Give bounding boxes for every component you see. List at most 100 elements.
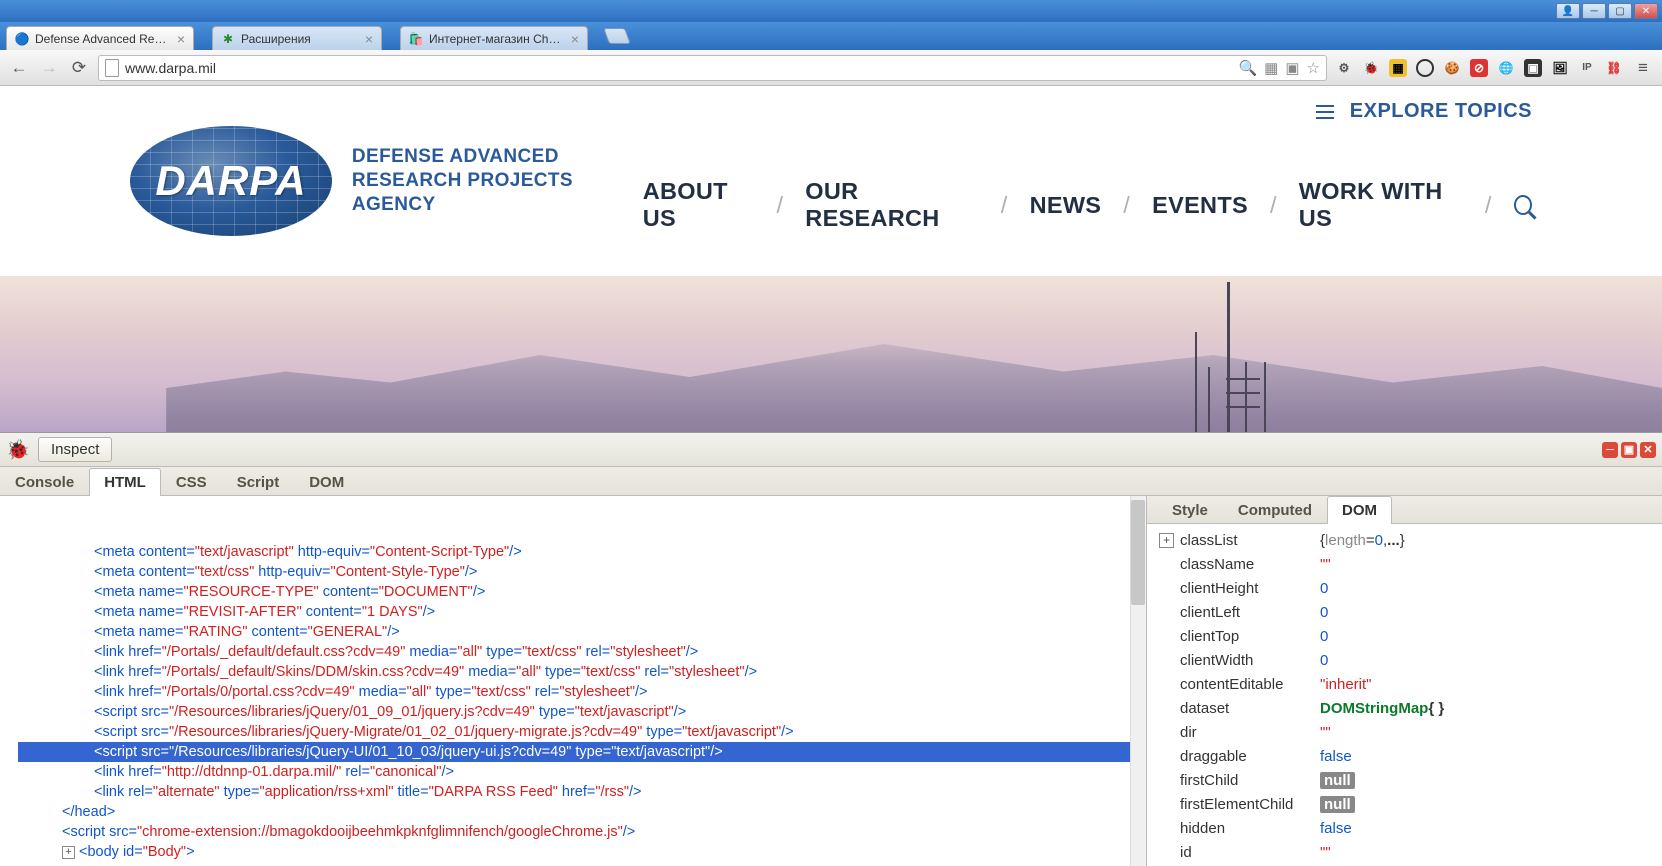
- html-source-line[interactable]: <meta name="RATING" content="GENERAL"/>: [18, 622, 1142, 642]
- nav-about[interactable]: ABOUT US: [643, 178, 755, 232]
- close-tab-icon[interactable]: ×: [365, 31, 373, 47]
- back-button[interactable]: ←: [8, 57, 30, 79]
- action-icon[interactable]: ▣: [1285, 59, 1299, 77]
- devtools-rtab-style[interactable]: Style: [1157, 496, 1223, 524]
- scrollbar-thumb[interactable]: [1131, 500, 1145, 605]
- dom-prop-row[interactable]: dir"": [1159, 720, 1662, 744]
- agency-line1: DEFENSE ADVANCED: [352, 145, 643, 169]
- html-source-line[interactable]: </head>: [18, 802, 1142, 822]
- new-tab-button[interactable]: [603, 28, 631, 44]
- close-tab-icon[interactable]: ×: [177, 31, 185, 47]
- cookie-icon[interactable]: 🍪: [1443, 59, 1461, 77]
- reload-button[interactable]: ⟳: [68, 57, 90, 79]
- globe-icon[interactable]: 🌐: [1497, 59, 1515, 77]
- close-tab-icon[interactable]: ×: [571, 31, 579, 47]
- url-text: www.darpa.mil: [125, 60, 1232, 76]
- window-user-icon[interactable]: 👤: [1556, 3, 1580, 19]
- firebug-icon[interactable]: 🐞: [6, 438, 30, 462]
- dom-properties[interactable]: +classList{ length=0, ... }className""cl…: [1147, 524, 1662, 866]
- favicon-icon: ✱: [221, 32, 235, 46]
- dom-prop-key: classList: [1180, 532, 1320, 549]
- window-minimize[interactable]: ─: [1582, 3, 1606, 19]
- noscript-icon[interactable]: ⊘: [1470, 59, 1488, 77]
- devtools-tab-script[interactable]: Script: [222, 468, 295, 496]
- devtools-tab-html[interactable]: HTML: [89, 468, 161, 496]
- devtools-html-panel[interactable]: <meta content="text/javascript" http-equ…: [0, 496, 1146, 866]
- html-source-line[interactable]: <link rel="alternate" type="application/…: [18, 782, 1142, 802]
- ext-icon[interactable]: ▣: [1524, 59, 1542, 77]
- devtools-popout-icon[interactable]: ▣: [1621, 442, 1637, 458]
- logo-text: DARPA: [155, 157, 306, 205]
- favicon-icon: 🔵: [15, 32, 29, 46]
- browser-tabstrip: 🔵 Defense Advanced Resear × ✱ Расширения…: [0, 22, 1662, 50]
- bookmark-icon[interactable]: ☆: [1307, 59, 1320, 77]
- inspect-button[interactable]: Inspect: [38, 437, 112, 462]
- html-source-line[interactable]: <meta content="text/css" http-equiv="Con…: [18, 562, 1142, 582]
- dom-prop-row[interactable]: firstChildnull: [1159, 768, 1662, 792]
- dom-prop-row[interactable]: draggablefalse: [1159, 744, 1662, 768]
- dom-prop-row[interactable]: firstElementChildnull: [1159, 792, 1662, 816]
- html-source-line[interactable]: <link href="/Portals/_default/default.cs…: [18, 642, 1142, 662]
- dom-prop-row[interactable]: id"": [1159, 840, 1662, 864]
- browser-toolbar: ← → ⟳ www.darpa.mil 🔍 ▦ ▣ ☆ ⚙ 🐞 ▦ 🍪 ⊘ 🌐 …: [0, 50, 1662, 86]
- html-source-line[interactable]: <meta name="RESOURCE-TYPE" content="DOCU…: [18, 582, 1142, 602]
- html-source-line[interactable]: <script src="chrome-extension://bmagokdo…: [18, 822, 1142, 842]
- html-source-line[interactable]: <script src="/Resources/libraries/jQuery…: [18, 702, 1142, 722]
- forward-button[interactable]: →: [38, 57, 60, 79]
- dom-prop-row[interactable]: +classList{ length=0, ... }: [1159, 528, 1662, 552]
- devtools-rtab-computed[interactable]: Computed: [1223, 496, 1327, 524]
- dom-prop-row[interactable]: clientLeft0: [1159, 600, 1662, 624]
- dom-prop-row[interactable]: contentEditable"inherit": [1159, 672, 1662, 696]
- dom-prop-row[interactable]: clientHeight0: [1159, 576, 1662, 600]
- gear-icon[interactable]: ⚙: [1335, 59, 1353, 77]
- tab-active[interactable]: 🔵 Defense Advanced Resear ×: [6, 26, 194, 50]
- window-close[interactable]: ✕: [1634, 3, 1658, 19]
- ext-icon[interactable]: ▦: [1389, 59, 1407, 77]
- firebug-icon[interactable]: 🐞: [1362, 59, 1380, 77]
- explore-topics[interactable]: EXPLORE TOPICS: [1316, 100, 1532, 123]
- scrollbar[interactable]: [1130, 496, 1146, 866]
- nav-work[interactable]: WORK WITH US: [1299, 178, 1463, 232]
- html-source-line[interactable]: <script src="/Resources/libraries/jQuery…: [18, 722, 1142, 742]
- nav-research[interactable]: OUR RESEARCH: [805, 178, 978, 232]
- ext-icon[interactable]: ⛓: [1605, 59, 1623, 77]
- search-icon[interactable]: [1514, 195, 1532, 215]
- html-source-line[interactable]: <link href="/Portals/0/portal.css?cdv=49…: [18, 682, 1142, 702]
- devtools-tab-dom[interactable]: DOM: [294, 468, 359, 496]
- html-source-line[interactable]: <link href="/Portals/_default/Skins/DDM/…: [18, 662, 1142, 682]
- html-source-line[interactable]: <script src="/Resources/libraries/jQuery…: [18, 742, 1142, 762]
- expand-icon[interactable]: +: [62, 846, 75, 859]
- darpa-logo[interactable]: DARPA: [130, 126, 332, 236]
- dom-prop-row[interactable]: className"": [1159, 552, 1662, 576]
- devtools-tab-console[interactable]: Console: [0, 468, 89, 496]
- devtools-tab-css[interactable]: CSS: [161, 468, 222, 496]
- zoom-icon[interactable]: 🔍: [1238, 59, 1257, 77]
- devtools-minimize-icon[interactable]: ─: [1602, 442, 1618, 458]
- window-maximize[interactable]: ▢: [1608, 3, 1632, 19]
- address-bar[interactable]: www.darpa.mil 🔍 ▦ ▣ ☆: [98, 55, 1327, 81]
- omnibox-icons: 🔍 ▦ ▣ ☆: [1238, 59, 1320, 77]
- opera-icon[interactable]: [1416, 59, 1434, 77]
- dom-prop-key: firstChild: [1180, 772, 1320, 789]
- dom-prop-row[interactable]: clientWidth0: [1159, 648, 1662, 672]
- html-source-line[interactable]: <meta name="REVISIT-AFTER" content="1 DA…: [18, 602, 1142, 622]
- dom-prop-row[interactable]: datasetDOMStringMap { }: [1159, 696, 1662, 720]
- devtools-tabs-row: ConsoleHTMLCSSScriptDOM: [0, 467, 1662, 496]
- tab-extensions[interactable]: ✱ Расширения ×: [212, 26, 382, 50]
- chrome-menu-icon[interactable]: ≡: [1632, 57, 1654, 79]
- nav-news[interactable]: NEWS: [1030, 192, 1102, 219]
- html-source-line[interactable]: <link href="http://dtdnnp-01.darpa.mil/"…: [18, 762, 1142, 782]
- expand-icon[interactable]: +: [1159, 533, 1174, 548]
- translate-icon[interactable]: ▦: [1264, 59, 1278, 77]
- dom-prop-row[interactable]: clientTop0: [1159, 624, 1662, 648]
- devtools-close-icon[interactable]: ✕: [1640, 442, 1656, 458]
- ip-icon[interactable]: IP: [1578, 59, 1596, 77]
- devtools-rtab-dom[interactable]: DOM: [1327, 496, 1392, 524]
- dom-prop-row[interactable]: hiddenfalse: [1159, 816, 1662, 840]
- html-source-line[interactable]: +<body id="Body">: [18, 842, 1142, 862]
- nav-events[interactable]: EVENTS: [1152, 192, 1248, 219]
- tab-webstore[interactable]: 🛍️ Интернет-магазин Chron ×: [400, 26, 588, 50]
- dom-prop-key: draggable: [1180, 748, 1320, 765]
- html-source-line[interactable]: <meta content="text/javascript" http-equ…: [18, 542, 1142, 562]
- ext-icon[interactable]: 🖼: [1551, 59, 1569, 77]
